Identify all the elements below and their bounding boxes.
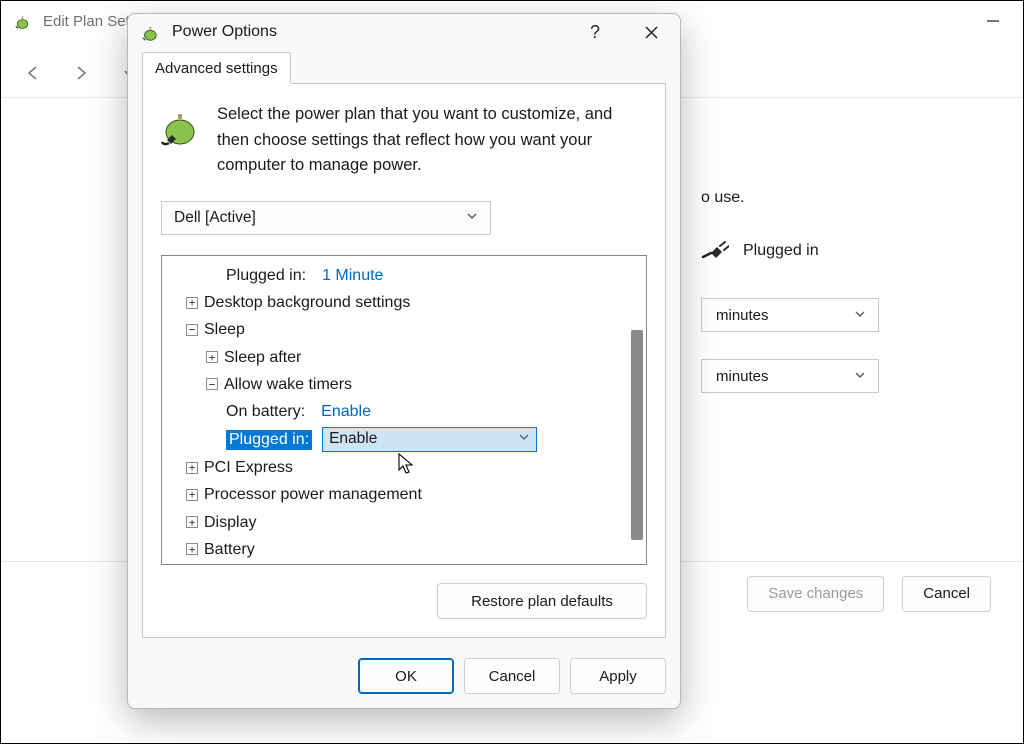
label: Sleep bbox=[204, 316, 245, 343]
expand-icon[interactable]: + bbox=[186, 516, 198, 528]
battery-icon bbox=[142, 22, 162, 42]
collapse-icon[interactable]: − bbox=[186, 324, 198, 336]
tree-item-display[interactable]: + Display bbox=[172, 509, 622, 536]
close-button[interactable] bbox=[628, 14, 674, 50]
label: Battery bbox=[204, 536, 255, 563]
power-options-dialog: Power Options ? Advanced settings Sele bbox=[127, 13, 681, 709]
cancel-button[interactable]: Cancel bbox=[464, 658, 560, 694]
expand-icon[interactable]: + bbox=[186, 543, 198, 555]
expand-icon[interactable]: + bbox=[186, 489, 198, 501]
tree-value-plugged-in-top[interactable]: Plugged in: 1 Minute bbox=[172, 262, 622, 289]
label-selected: Plugged in: bbox=[226, 430, 312, 450]
tree-item-desktop-background[interactable]: + Desktop background settings bbox=[172, 289, 622, 316]
chevron-down-icon bbox=[854, 368, 866, 385]
tab-advanced-settings[interactable]: Advanced settings bbox=[142, 52, 291, 84]
chevron-down-icon bbox=[466, 209, 478, 227]
label: Allow wake timers bbox=[224, 371, 352, 398]
value: Enable bbox=[321, 398, 371, 425]
bg-dropdown-2[interactable]: minutes bbox=[701, 359, 879, 393]
wake-timer-plugged-in-combobox[interactable]: Enable bbox=[322, 427, 537, 452]
tree-item-pci-express[interactable]: + PCI Express bbox=[172, 454, 622, 481]
battery-large-icon bbox=[161, 104, 203, 146]
value: Enable bbox=[329, 430, 377, 449]
plugged-in-column-header: Plugged in bbox=[743, 242, 819, 260]
expand-icon[interactable]: + bbox=[186, 297, 198, 309]
label: PCI Express bbox=[204, 454, 293, 481]
bg-dropdown-1[interactable]: minutes bbox=[701, 298, 879, 332]
tree-item-sleep[interactable]: − Sleep bbox=[172, 316, 622, 343]
label: Desktop background settings bbox=[204, 289, 410, 316]
back-button[interactable] bbox=[23, 63, 43, 83]
bg-dropdown-1-text: minutes bbox=[716, 307, 769, 324]
power-plan-combobox[interactable]: Dell [Active] bbox=[161, 201, 491, 235]
label: Processor power management bbox=[204, 481, 422, 508]
restore-defaults-button[interactable]: Restore plan defaults bbox=[437, 583, 647, 619]
tree-item-sleep-after[interactable]: + Sleep after bbox=[172, 344, 622, 371]
dialog-title: Power Options bbox=[172, 23, 277, 41]
plug-icon bbox=[701, 241, 729, 261]
bg-fragment-text: o use. bbox=[701, 189, 745, 207]
chevron-down-icon bbox=[854, 307, 866, 324]
dialog-intro-text: Select the power plan that you want to c… bbox=[217, 102, 647, 179]
expand-icon[interactable]: + bbox=[186, 462, 198, 474]
label: On battery: bbox=[226, 398, 305, 425]
settings-tree[interactable]: Plugged in: 1 Minute + Desktop backgroun… bbox=[161, 255, 647, 565]
label: Display bbox=[204, 509, 256, 536]
battery-icon bbox=[15, 12, 33, 30]
chevron-down-icon bbox=[518, 430, 530, 449]
expand-icon[interactable]: + bbox=[206, 351, 218, 363]
bg-dropdown-2-text: minutes bbox=[716, 368, 769, 385]
power-plan-value: Dell [Active] bbox=[174, 209, 256, 227]
tree-value-on-battery[interactable]: On battery: Enable bbox=[172, 398, 622, 425]
tree-value-plugged-in-selected[interactable]: Plugged in: Enable bbox=[172, 427, 622, 452]
collapse-icon[interactable]: − bbox=[206, 378, 218, 390]
ok-button[interactable]: OK bbox=[358, 658, 454, 694]
scrollbar-thumb[interactable] bbox=[631, 330, 643, 540]
minimize-button[interactable] bbox=[971, 6, 1015, 36]
help-button[interactable]: ? bbox=[572, 14, 618, 50]
forward-button[interactable] bbox=[71, 63, 91, 83]
save-changes-button[interactable]: Save changes bbox=[747, 576, 884, 612]
tree-item-processor[interactable]: + Processor power management bbox=[172, 481, 622, 508]
label: Plugged in: bbox=[226, 262, 306, 289]
tree-item-battery[interactable]: + Battery bbox=[172, 536, 622, 563]
label: Sleep after bbox=[224, 344, 301, 371]
tree-item-allow-wake-timers[interactable]: − Allow wake timers bbox=[172, 371, 622, 398]
bg-cancel-button[interactable]: Cancel bbox=[902, 576, 991, 612]
apply-button[interactable]: Apply bbox=[570, 658, 666, 694]
value: 1 Minute bbox=[322, 262, 383, 289]
